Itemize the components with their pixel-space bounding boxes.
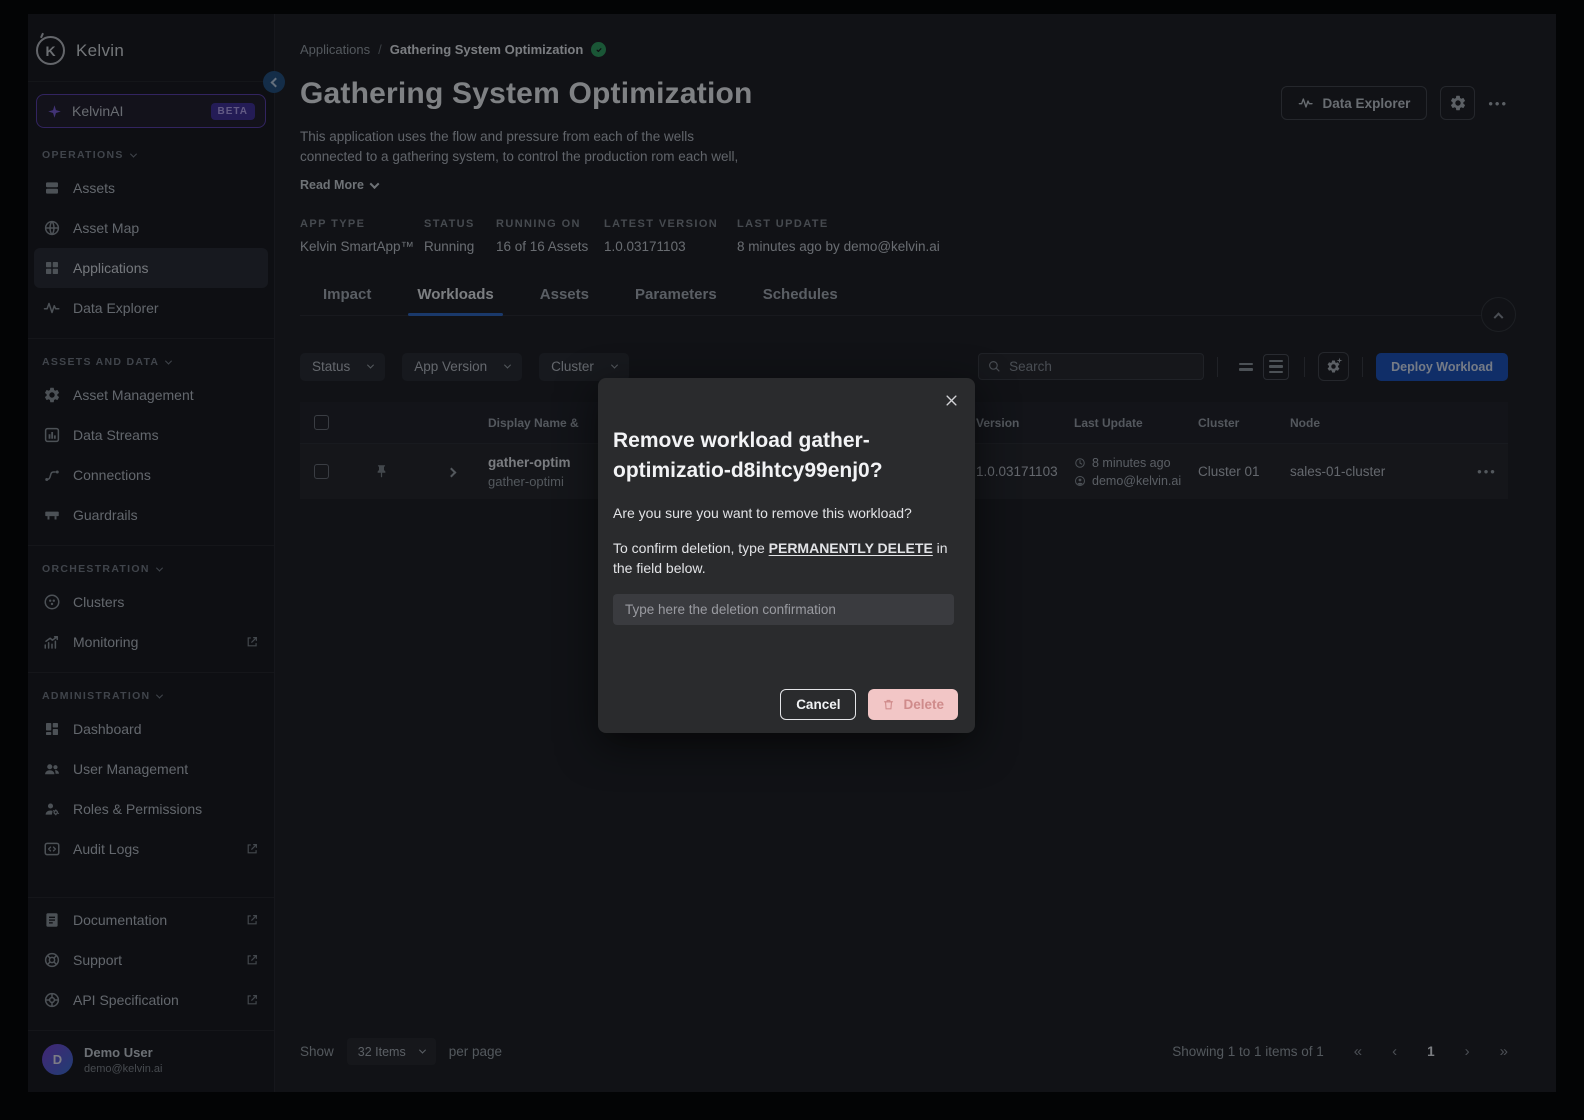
close-icon[interactable] [944,393,959,408]
confirm-prefix: To confirm deletion, type [613,540,769,556]
delete-button[interactable]: Delete [868,689,958,720]
delete-label: Delete [903,697,944,712]
trash-icon [882,698,895,711]
deletion-confirmation-input[interactable] [613,594,954,625]
remove-workload-modal: Remove workload gather-optimizatio-d8iht… [598,378,975,733]
confirm-keyword: PERMANENTLY DELETE [769,540,933,556]
modal-actions: Cancel Delete [780,689,958,720]
modal-confirm-instruction: To confirm deletion, type PERMANENTLY DE… [613,538,953,578]
cancel-button[interactable]: Cancel [780,689,856,720]
modal-question: Are you sure you want to remove this wor… [613,505,953,521]
modal-title: Remove workload gather-optimizatio-d8iht… [613,426,963,486]
